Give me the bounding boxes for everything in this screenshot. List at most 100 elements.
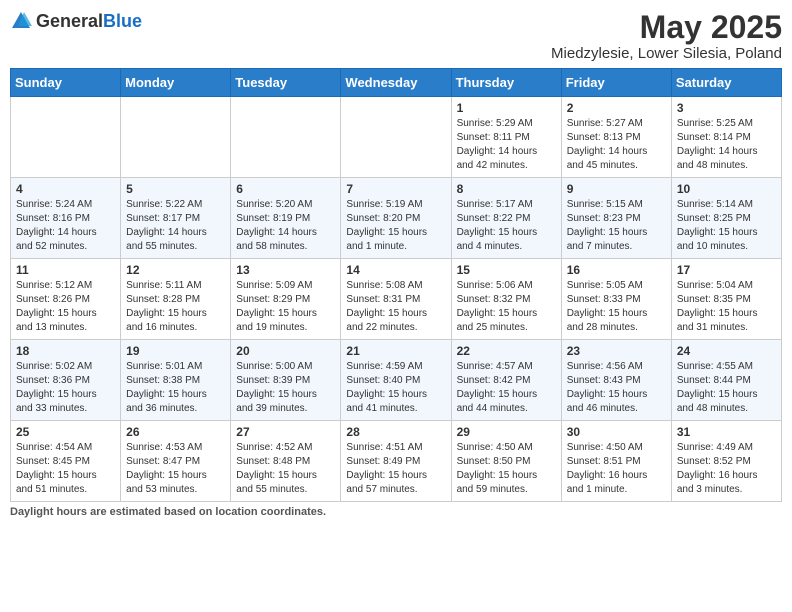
header: GeneralBlue May 2025 Miedzylesie, Lower … xyxy=(10,10,782,62)
day-number: 16 xyxy=(567,263,666,277)
day-header-wednesday: Wednesday xyxy=(341,69,451,97)
day-number: 29 xyxy=(457,425,556,439)
day-number: 26 xyxy=(126,425,225,439)
day-header-friday: Friday xyxy=(561,69,671,97)
day-detail: Sunrise: 5:00 AM Sunset: 8:39 PM Dayligh… xyxy=(236,360,335,416)
calendar-body: 1Sunrise: 5:29 AM Sunset: 8:11 PM Daylig… xyxy=(11,97,782,502)
calendar-cell-3-1: 11 Sunrise: 5:12 AM Sunset: 8:26 PM Dayli… xyxy=(11,259,121,340)
title-block: May 2025 Miedzylesie, Lower Silesia, Pol… xyxy=(551,10,782,62)
day-number: 5 xyxy=(126,182,225,196)
calendar-cell-2-2: 5 Sunrise: 5:22 AM Sunset: 8:17 PM Daylig… xyxy=(121,178,231,259)
day-detail: Sunrise: 5:14 AM Sunset: 8:25 PM Dayligh… xyxy=(677,198,776,254)
day-detail: Sunrise: 5:12 AM Sunset: 8:26 PM Dayligh… xyxy=(16,279,115,335)
calendar-cell-3-3: 13Sunrise: 5:09 AM Sunset: 8:29 PM Dayli… xyxy=(231,259,341,340)
day-number: 24 xyxy=(677,344,776,358)
calendar-cell-2-3: 6Sunrise: 5:20 AM Sunset: 8:19 PM Daylig… xyxy=(231,178,341,259)
logo: GeneralBlue xyxy=(10,10,142,32)
day-detail: Sunrise: 5:01 AM Sunset: 8:38 PM Dayligh… xyxy=(126,360,225,416)
footer-note: Daylight hours are estimated based on lo… xyxy=(10,506,782,518)
calendar-cell-1-3 xyxy=(231,97,341,178)
day-detail: Sunrise: 5:08 AM Sunset: 8:31 PM Dayligh… xyxy=(346,279,445,335)
day-header-saturday: Saturday xyxy=(671,69,781,97)
calendar-cell-5-4: 28 Sunrise: 4:51 AM Sunset: 8:49 PM Dayli… xyxy=(341,421,451,502)
day-number: 11 xyxy=(16,263,115,277)
calendar-cell-1-5: 1Sunrise: 5:29 AM Sunset: 8:11 PM Daylig… xyxy=(451,97,561,178)
day-number: 17 xyxy=(677,263,776,277)
day-detail: Sunrise: 5:27 AM Sunset: 8:13 PM Dayligh… xyxy=(567,117,666,173)
day-detail: Sunrise: 4:51 AM Sunset: 8:49 PM Dayligh… xyxy=(346,441,445,497)
calendar-cell-4-3: 20 Sunrise: 5:00 AM Sunset: 8:39 PM Dayli… xyxy=(231,340,341,421)
calendar-week-2: 4 Sunrise: 5:24 AM Sunset: 8:16 PM Daylig… xyxy=(11,178,782,259)
day-header-monday: Monday xyxy=(121,69,231,97)
calendar-cell-2-6: 9 Sunrise: 5:15 AM Sunset: 8:23 PM Daylig… xyxy=(561,178,671,259)
calendar-cell-4-7: 24Sunrise: 4:55 AM Sunset: 8:44 PM Dayli… xyxy=(671,340,781,421)
calendar-cell-3-2: 12 Sunrise: 5:11 AM Sunset: 8:28 PM Dayli… xyxy=(121,259,231,340)
days-of-week-row: SundayMondayTuesdayWednesdayThursdayFrid… xyxy=(11,69,782,97)
day-number: 20 xyxy=(236,344,335,358)
calendar-cell-4-2: 19 Sunrise: 5:01 AM Sunset: 8:38 PM Dayli… xyxy=(121,340,231,421)
day-number: 22 xyxy=(457,344,556,358)
calendar-title: May 2025 xyxy=(551,10,782,45)
day-header-sunday: Sunday xyxy=(11,69,121,97)
calendar-cell-2-1: 4 Sunrise: 5:24 AM Sunset: 8:16 PM Daylig… xyxy=(11,178,121,259)
day-number: 28 xyxy=(346,425,445,439)
day-detail: Sunrise: 4:56 AM Sunset: 8:43 PM Dayligh… xyxy=(567,360,666,416)
day-detail: Sunrise: 5:06 AM Sunset: 8:32 PM Dayligh… xyxy=(457,279,556,335)
day-number: 21 xyxy=(346,344,445,358)
calendar-table: SundayMondayTuesdayWednesdayThursdayFrid… xyxy=(10,68,782,502)
day-detail: Sunrise: 5:04 AM Sunset: 8:35 PM Dayligh… xyxy=(677,279,776,335)
calendar-cell-5-6: 30Sunrise: 4:50 AM Sunset: 8:51 PM Dayli… xyxy=(561,421,671,502)
day-detail: Sunrise: 4:53 AM Sunset: 8:47 PM Dayligh… xyxy=(126,441,225,497)
calendar-cell-3-5: 15 Sunrise: 5:06 AM Sunset: 8:32 PM Dayli… xyxy=(451,259,561,340)
day-number: 13 xyxy=(236,263,335,277)
day-number: 4 xyxy=(16,182,115,196)
day-detail: Sunrise: 5:24 AM Sunset: 8:16 PM Dayligh… xyxy=(16,198,115,254)
day-number: 23 xyxy=(567,344,666,358)
calendar-cell-5-7: 31Sunrise: 4:49 AM Sunset: 8:52 PM Dayli… xyxy=(671,421,781,502)
calendar-cell-4-1: 18Sunrise: 5:02 AM Sunset: 8:36 PM Dayli… xyxy=(11,340,121,421)
calendar-cell-1-7: 3Sunrise: 5:25 AM Sunset: 8:14 PM Daylig… xyxy=(671,97,781,178)
calendar-cell-2-4: 7 Sunrise: 5:19 AM Sunset: 8:20 PM Daylig… xyxy=(341,178,451,259)
calendar-cell-4-6: 23 Sunrise: 4:56 AM Sunset: 8:43 PM Dayli… xyxy=(561,340,671,421)
day-number: 3 xyxy=(677,101,776,115)
footer-daylight-label: Daylight hours xyxy=(10,506,87,518)
calendar-week-4: 18Sunrise: 5:02 AM Sunset: 8:36 PM Dayli… xyxy=(11,340,782,421)
day-detail: Sunrise: 4:52 AM Sunset: 8:48 PM Dayligh… xyxy=(236,441,335,497)
calendar-cell-1-2 xyxy=(121,97,231,178)
day-detail: Sunrise: 5:17 AM Sunset: 8:22 PM Dayligh… xyxy=(457,198,556,254)
day-header-tuesday: Tuesday xyxy=(231,69,341,97)
day-number: 7 xyxy=(346,182,445,196)
day-number: 19 xyxy=(126,344,225,358)
day-detail: Sunrise: 4:57 AM Sunset: 8:42 PM Dayligh… xyxy=(457,360,556,416)
day-detail: Sunrise: 5:11 AM Sunset: 8:28 PM Dayligh… xyxy=(126,279,225,335)
calendar-cell-3-4: 14 Sunrise: 5:08 AM Sunset: 8:31 PM Dayli… xyxy=(341,259,451,340)
calendar-cell-4-5: 22 Sunrise: 4:57 AM Sunset: 8:42 PM Dayli… xyxy=(451,340,561,421)
calendar-cell-3-7: 17 Sunrise: 5:04 AM Sunset: 8:35 PM Dayli… xyxy=(671,259,781,340)
day-number: 9 xyxy=(567,182,666,196)
day-detail: Sunrise: 4:59 AM Sunset: 8:40 PM Dayligh… xyxy=(346,360,445,416)
day-number: 15 xyxy=(457,263,556,277)
day-number: 2 xyxy=(567,101,666,115)
day-detail: Sunrise: 5:02 AM Sunset: 8:36 PM Dayligh… xyxy=(16,360,115,416)
day-number: 1 xyxy=(457,101,556,115)
day-number: 6 xyxy=(236,182,335,196)
day-number: 30 xyxy=(567,425,666,439)
calendar-week-3: 11 Sunrise: 5:12 AM Sunset: 8:26 PM Dayli… xyxy=(11,259,782,340)
day-number: 10 xyxy=(677,182,776,196)
logo-blue-text: Blue xyxy=(103,11,142,31)
day-detail: Sunrise: 5:19 AM Sunset: 8:20 PM Dayligh… xyxy=(346,198,445,254)
calendar-cell-5-5: 29Sunrise: 4:50 AM Sunset: 8:50 PM Dayli… xyxy=(451,421,561,502)
calendar-cell-1-6: 2 Sunrise: 5:27 AM Sunset: 8:13 PM Daylig… xyxy=(561,97,671,178)
page-container: GeneralBlue May 2025 Miedzylesie, Lower … xyxy=(10,10,782,518)
day-number: 8 xyxy=(457,182,556,196)
calendar-cell-3-6: 16Sunrise: 5:05 AM Sunset: 8:33 PM Dayli… xyxy=(561,259,671,340)
calendar-cell-4-4: 21 Sunrise: 4:59 AM Sunset: 8:40 PM Dayli… xyxy=(341,340,451,421)
day-detail: Sunrise: 5:22 AM Sunset: 8:17 PM Dayligh… xyxy=(126,198,225,254)
day-detail: Sunrise: 5:15 AM Sunset: 8:23 PM Dayligh… xyxy=(567,198,666,254)
calendar-cell-5-1: 25Sunrise: 4:54 AM Sunset: 8:45 PM Dayli… xyxy=(11,421,121,502)
calendar-subtitle: Miedzylesie, Lower Silesia, Poland xyxy=(551,45,782,62)
calendar-cell-2-5: 8 Sunrise: 5:17 AM Sunset: 8:22 PM Daylig… xyxy=(451,178,561,259)
day-number: 12 xyxy=(126,263,225,277)
day-number: 14 xyxy=(346,263,445,277)
footer-description: are estimated based on location coordina… xyxy=(87,506,326,518)
